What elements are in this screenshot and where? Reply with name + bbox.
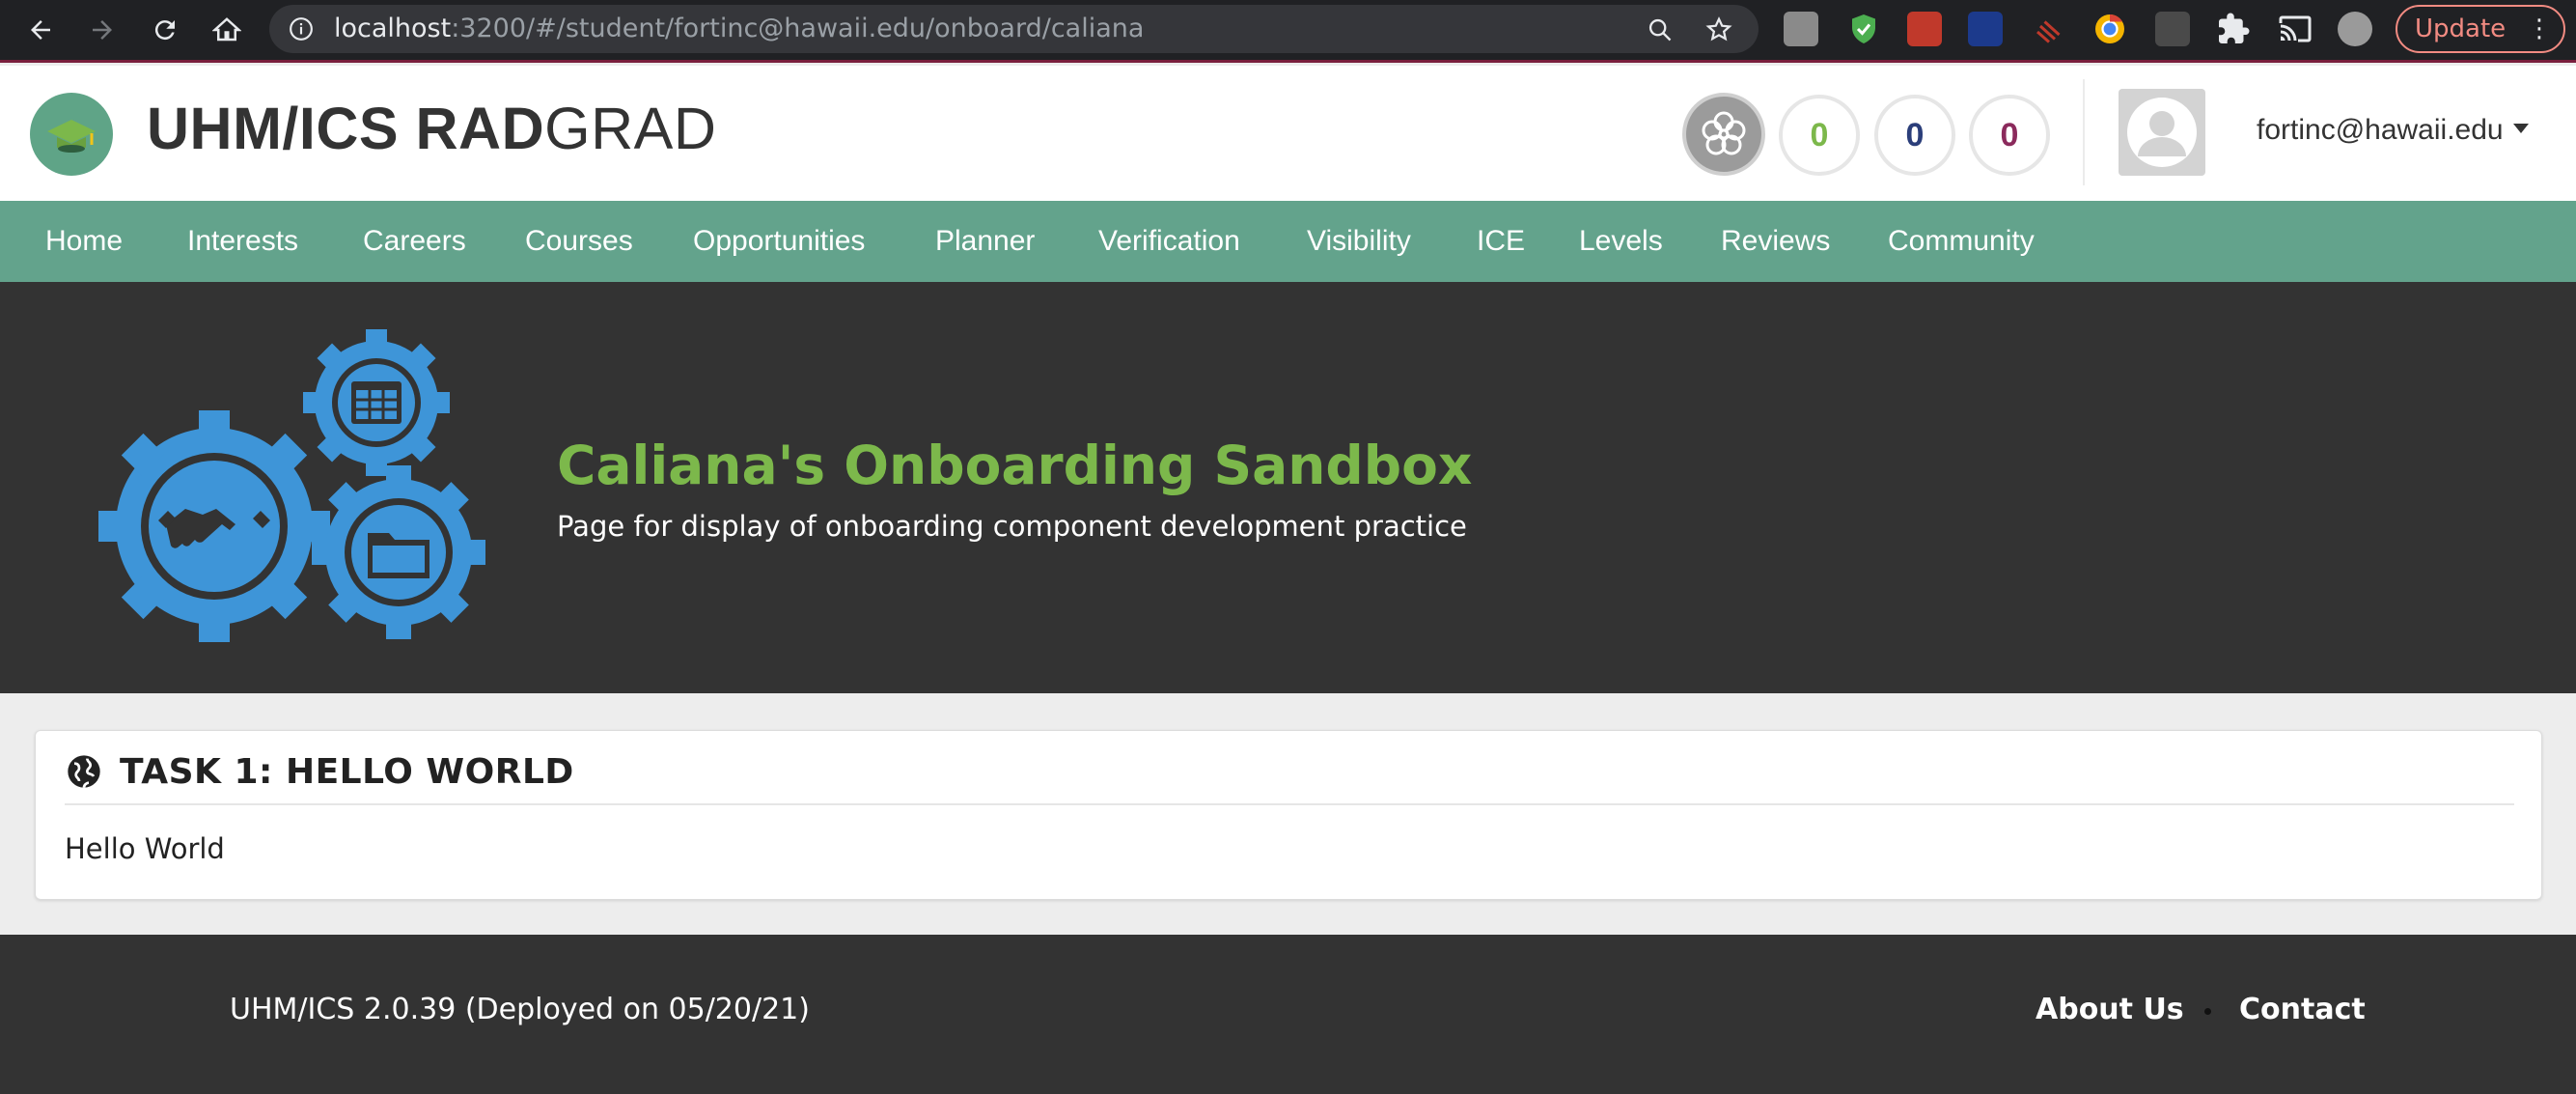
task-card: TASK 1: HELLO WORLD Hello World	[35, 730, 2542, 900]
caret-down-icon	[2512, 124, 2529, 134]
gears-illustration-icon	[98, 329, 485, 642]
menu-item-home[interactable]: Home	[45, 201, 123, 282]
user-email: fortinc@hawaii.edu	[2257, 114, 2504, 146]
task-card-header: TASK 1: HELLO WORLD	[65, 752, 2514, 805]
footer: UHM/ICS 2.0.39 (Deployed on 05/20/21) Ab…	[0, 935, 2576, 1094]
menu-item-ice[interactable]: ICE	[1477, 201, 1525, 282]
avatar[interactable]	[2119, 89, 2205, 176]
brand-title[interactable]: UHM/ICS RADGRAD	[147, 95, 716, 162]
url-text[interactable]: localhost:3200/#/student/fortinc@hawaii.…	[334, 5, 1144, 53]
version-text: UHM/ICS 2.0.39 (Deployed on 05/20/21)	[230, 993, 810, 1026]
menu-item-careers[interactable]: Careers	[363, 201, 466, 282]
ice-competency-score[interactable]: 0	[1874, 95, 1955, 176]
contact-link[interactable]: Contact	[2239, 993, 2366, 1026]
footer-separator	[2204, 1008, 2211, 1015]
ice-experience-score[interactable]: 0	[1969, 95, 2050, 176]
menu-item-planner[interactable]: Planner	[935, 201, 1035, 282]
cast-icon[interactable]	[2278, 12, 2313, 46]
main-menu: Home Interests Careers Courses Opportuni…	[0, 201, 2576, 282]
user-menu-dropdown[interactable]: fortinc@hawaii.edu	[2257, 114, 2529, 147]
globe-icon	[68, 755, 100, 788]
menu-item-reviews[interactable]: Reviews	[1721, 201, 1830, 282]
menu-item-interests[interactable]: Interests	[187, 201, 298, 282]
menu-item-visibility[interactable]: Visibility	[1307, 201, 1411, 282]
info-icon[interactable]	[289, 16, 314, 42]
menu-item-verification[interactable]: Verification	[1098, 201, 1240, 282]
ice-innovation-score[interactable]: 0	[1779, 95, 1860, 176]
reload-icon[interactable]	[146, 11, 184, 49]
home-icon[interactable]	[208, 11, 246, 49]
menu-item-courses[interactable]: Courses	[525, 201, 633, 282]
page-title: Caliana's Onboarding Sandbox	[557, 435, 1473, 496]
back-arrow-icon[interactable]	[21, 11, 60, 49]
header-divider	[2083, 79, 2085, 185]
menu-item-community[interactable]: Community	[1888, 201, 2035, 282]
level-badge-icon[interactable]	[1682, 93, 1765, 176]
update-button[interactable]: Update ⋮	[2396, 5, 2565, 53]
page-subtitle: Page for display of onboarding component…	[557, 510, 1467, 543]
browser-toolbar: localhost:3200/#/student/fortinc@hawaii.…	[0, 0, 2576, 63]
wing-icon[interactable]	[1968, 12, 2003, 46]
about-us-link[interactable]: About Us	[2036, 993, 2184, 1026]
address-bar[interactable]: localhost:3200/#/student/fortinc@hawaii.…	[269, 5, 1759, 53]
page-banner: Caliana's Onboarding Sandbox Page for di…	[0, 282, 2576, 693]
zoom-search-icon[interactable]	[1647, 16, 1674, 43]
profile-avatar-icon[interactable]	[2338, 12, 2372, 46]
radgrad-logo-icon[interactable]	[30, 93, 113, 176]
shield-check-icon[interactable]	[1846, 12, 1881, 46]
task-body: Hello World	[65, 832, 225, 865]
leoh-icon[interactable]	[1784, 12, 1818, 46]
kebab-menu-icon[interactable]: ⋮	[2527, 7, 2552, 51]
app-header: UHM/ICS RADGRAD 0 0 0 fortinc@hawaii.edu	[0, 66, 2576, 201]
bug-icon[interactable]	[1907, 12, 1942, 46]
puzzle-piece-icon[interactable]	[2216, 12, 2251, 46]
forward-arrow-icon[interactable]	[83, 11, 122, 49]
bookmark-star-icon[interactable]	[1704, 15, 1733, 44]
menu-item-levels[interactable]: Levels	[1579, 201, 1663, 282]
menu-item-opportunities[interactable]: Opportunities	[693, 201, 865, 282]
chrome-canary-icon[interactable]	[2092, 12, 2127, 46]
terminal-icon[interactable]	[2155, 12, 2190, 46]
task-title: TASK 1: HELLO WORLD	[120, 752, 574, 792]
scribble-icon[interactable]	[2032, 12, 2066, 46]
